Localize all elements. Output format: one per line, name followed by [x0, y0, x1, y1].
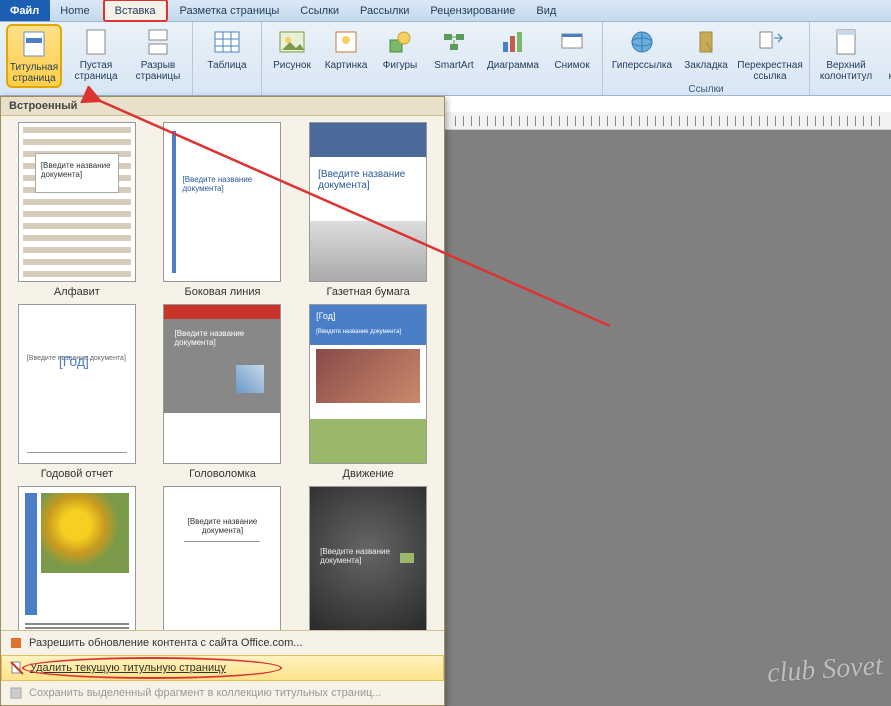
- gallery-save-selection: Сохранить выделенный фрагмент в коллекци…: [1, 681, 444, 705]
- page-break-icon: [142, 26, 174, 58]
- ribbon-group-headerfooter: Верхний колонтитул Ниж колон: [810, 22, 891, 95]
- screenshot-button[interactable]: Снимок: [548, 24, 596, 73]
- gallery-item-frame[interactable]: Кадр: [9, 486, 145, 630]
- bookmark-button[interactable]: Закладка: [681, 24, 731, 73]
- ribbon-group-links-label: Ссылки: [688, 84, 723, 97]
- tab-home[interactable]: Home: [50, 0, 100, 21]
- gallery-header: Встроенный: [1, 97, 444, 116]
- ribbon-group-tables: Таблица: [193, 22, 262, 95]
- tab-layout[interactable]: Разметка страницы: [170, 0, 291, 21]
- ribbon-group-illustrations: Рисунок Картинка Фигуры SmartArt Диаграм…: [262, 22, 603, 95]
- picture-button[interactable]: Рисунок: [268, 24, 316, 73]
- blank-page-button[interactable]: Пустая страница: [68, 24, 124, 84]
- remove-icon: [10, 661, 24, 675]
- gallery-item-annual[interactable]: [Введите название документа] [Год] Годов…: [9, 304, 145, 480]
- save-icon: [9, 686, 23, 700]
- chart-button[interactable]: Диаграмма: [484, 24, 542, 73]
- blank-page-icon: [80, 26, 112, 58]
- gallery-item-contrast[interactable]: [Введите название документа] Контрастная: [300, 486, 436, 630]
- cover-page-gallery: Встроенный [Введите название документа] …: [0, 96, 445, 706]
- chart-icon: [497, 26, 529, 58]
- ribbon: Титульная страница Пустая страница Разры…: [0, 22, 891, 96]
- blank-page-label: Пустая страница: [70, 60, 122, 82]
- gallery-office-update[interactable]: Разрешить обновление контента с сайта Of…: [1, 631, 444, 655]
- gallery-item-motion[interactable]: [Год] [Введите название документа] Движе…: [300, 304, 436, 480]
- page-break-label: Разрыв страницы: [132, 60, 184, 82]
- gallery-item-puzzle[interactable]: [Введите название документа] Головоломка: [155, 304, 291, 480]
- gallery-remove-cover[interactable]: Удалить текущую титульную страницу: [1, 655, 444, 681]
- screenshot-icon: [556, 26, 588, 58]
- gallery-item-alphabet[interactable]: [Введите название документа] Алфавит: [9, 122, 145, 298]
- clipart-button[interactable]: Картинка: [322, 24, 370, 73]
- gallery-item-conservative[interactable]: [Введите название документа] Консерватив…: [155, 486, 291, 630]
- shapes-icon: [384, 26, 416, 58]
- tab-file[interactable]: Файл: [0, 0, 50, 21]
- table-label: Таблица: [207, 60, 246, 71]
- tab-insert[interactable]: Вставка: [103, 0, 168, 22]
- tab-references[interactable]: Ссылки: [290, 0, 350, 21]
- crossref-icon: [754, 26, 786, 58]
- tab-bar: Файл Home Вставка Разметка страницы Ссыл…: [0, 0, 891, 22]
- header-button[interactable]: Верхний колонтитул: [816, 24, 876, 84]
- hyperlink-button[interactable]: Гиперссылка: [609, 24, 675, 73]
- cover-page-button[interactable]: Титульная страница: [6, 24, 62, 88]
- tab-mailings[interactable]: Рассылки: [350, 0, 420, 21]
- page-break-button[interactable]: Разрыв страницы: [130, 24, 186, 84]
- horizontal-ruler: [445, 112, 891, 130]
- office-icon: [9, 636, 23, 650]
- bookmark-icon: [690, 26, 722, 58]
- tab-review[interactable]: Рецензирование: [420, 0, 526, 21]
- gallery-item-newspaper[interactable]: [Введите название документа] Газетная бу…: [300, 122, 436, 298]
- ribbon-group-pages: Титульная страница Пустая страница Разры…: [0, 22, 193, 95]
- document-area: [445, 130, 891, 706]
- cover-page-label: Титульная страница: [10, 62, 58, 84]
- smartart-button[interactable]: SmartArt: [430, 24, 478, 73]
- header-icon: [830, 26, 862, 58]
- tab-view[interactable]: Вид: [526, 0, 567, 21]
- ribbon-group-links: Гиперссылка Закладка Перекрестная ссылка…: [603, 22, 810, 95]
- gallery-scroll[interactable]: [Введите название документа] Алфавит [Вв…: [1, 116, 444, 630]
- clipart-icon: [330, 26, 362, 58]
- footer-button[interactable]: Ниж колон: [882, 24, 891, 84]
- gallery-footer: Разрешить обновление контента с сайта Of…: [1, 630, 444, 705]
- footer-icon: [886, 26, 891, 58]
- shapes-button[interactable]: Фигуры: [376, 24, 424, 73]
- table-button[interactable]: Таблица: [199, 24, 255, 73]
- table-icon: [211, 26, 243, 58]
- hyperlink-icon: [626, 26, 658, 58]
- smartart-icon: [438, 26, 470, 58]
- picture-icon: [276, 26, 308, 58]
- crossref-button[interactable]: Перекрестная ссылка: [737, 24, 803, 84]
- cover-page-icon: [18, 28, 50, 60]
- gallery-item-sideline[interactable]: [Введите название документа] Боковая лин…: [155, 122, 291, 298]
